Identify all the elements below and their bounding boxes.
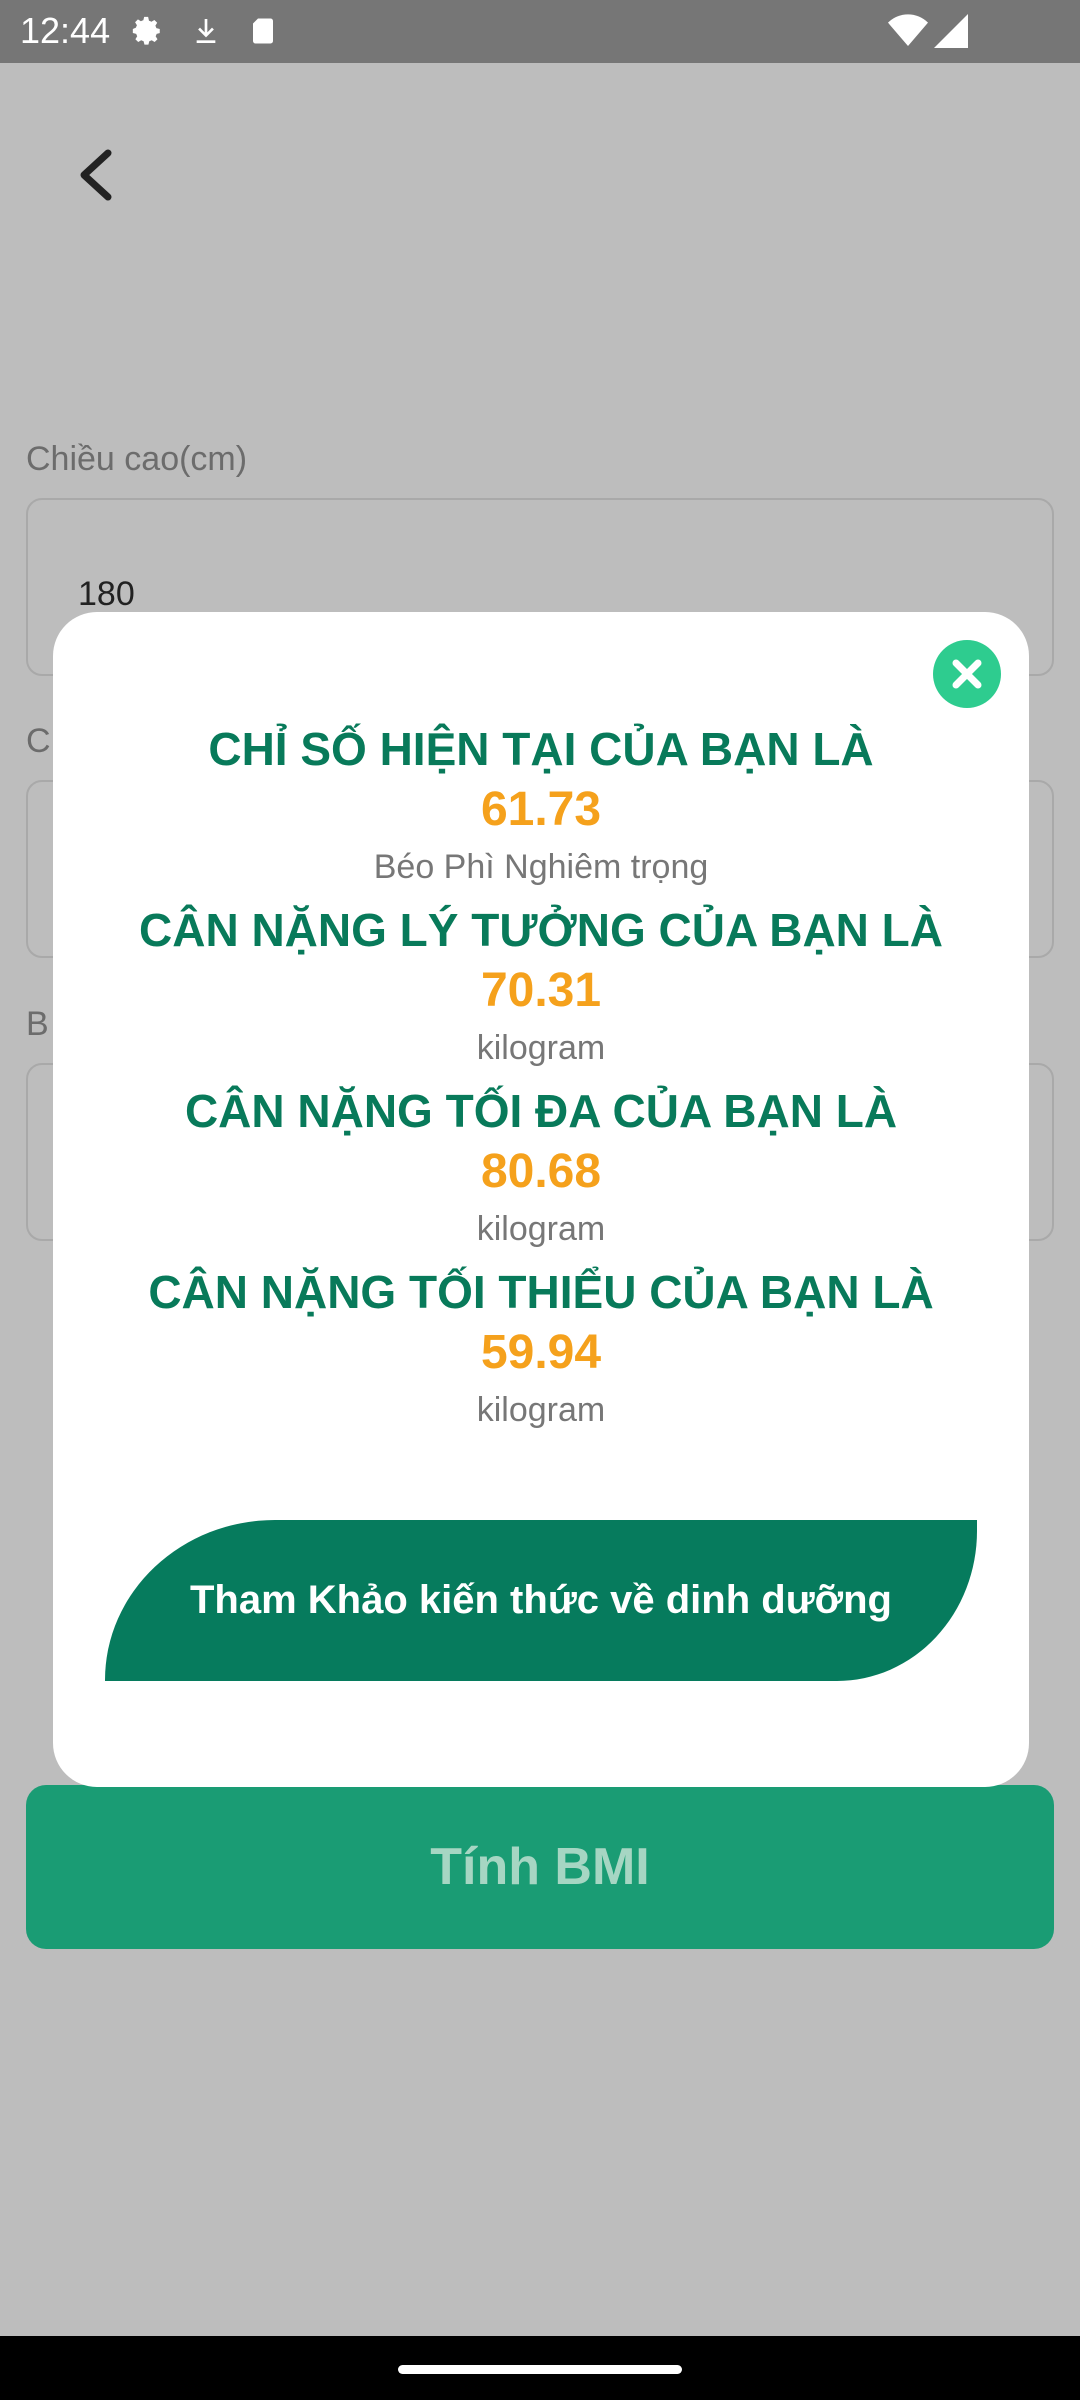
min-weight-block: CÂN NẶNG TỐI THIỂU CỦA BẠN LÀ 59.94 kilo… [53, 1263, 1029, 1435]
height-label: Chiều cao(cm) [26, 440, 248, 478]
gear-icon [130, 14, 164, 53]
max-weight-title: CÂN NẶNG TỐI ĐA CỦA BẠN LÀ [184, 1085, 898, 1137]
min-weight-value: 59.94 [480, 1326, 602, 1379]
close-icon [952, 659, 982, 689]
ideal-weight-block: CÂN NẶNG LÝ TƯỞNG CỦA BẠN LÀ 70.31 kilog… [53, 901, 1029, 1073]
navigation-bar [0, 2336, 1080, 2400]
min-weight-title: CÂN NẶNG TỐI THIỂU CỦA BẠN LÀ [148, 1266, 934, 1318]
ideal-weight-unit: kilogram [476, 1029, 606, 1067]
status-bar: 12:44 [0, 0, 1080, 63]
sd-card-icon [248, 14, 278, 53]
current-bmi-title: CHỈ SỐ HIỆN TẠI CỦA BẠN LÀ [208, 723, 874, 775]
nutrition-knowledge-button[interactable]: Tham Khảo kiến thức về dinh dưỡng [105, 1520, 977, 1681]
close-button[interactable] [933, 640, 1001, 708]
ideal-weight-title: CÂN NẶNG LÝ TƯỞNG CỦA BẠN LÀ [139, 904, 943, 956]
bmi-label: B [26, 1005, 49, 1043]
max-weight-block: CÂN NẶNG TỐI ĐA CỦA BẠN LÀ 80.68 kilogra… [53, 1082, 1029, 1254]
result-dialog: CHỈ SỐ HIỆN TẠI CỦA BẠN LÀ 61.73 Béo Phì… [53, 612, 1029, 1787]
ideal-weight-value: 70.31 [480, 964, 602, 1017]
wifi-icon [888, 14, 928, 53]
max-weight-unit: kilogram [476, 1210, 606, 1248]
current-bmi-value: 61.73 [480, 783, 602, 836]
weight-label: C [26, 722, 51, 760]
max-weight-value: 80.68 [480, 1145, 602, 1198]
height-value: 180 [78, 575, 135, 613]
download-icon [190, 14, 222, 53]
min-weight-unit: kilogram [476, 1391, 606, 1429]
home-handle[interactable] [398, 2365, 682, 2374]
status-time: 12:44 [20, 10, 111, 51]
chevron-left-icon [80, 149, 112, 201]
calculate-bmi-button[interactable]: Tính BMI [26, 1785, 1054, 1949]
current-bmi-block: CHỈ SỐ HIỆN TẠI CỦA BẠN LÀ 61.73 Béo Phì… [53, 720, 1029, 892]
back-button[interactable] [70, 145, 120, 205]
signal-icon [934, 14, 968, 53]
current-bmi-category: Béo Phì Nghiêm trọng [373, 848, 709, 886]
